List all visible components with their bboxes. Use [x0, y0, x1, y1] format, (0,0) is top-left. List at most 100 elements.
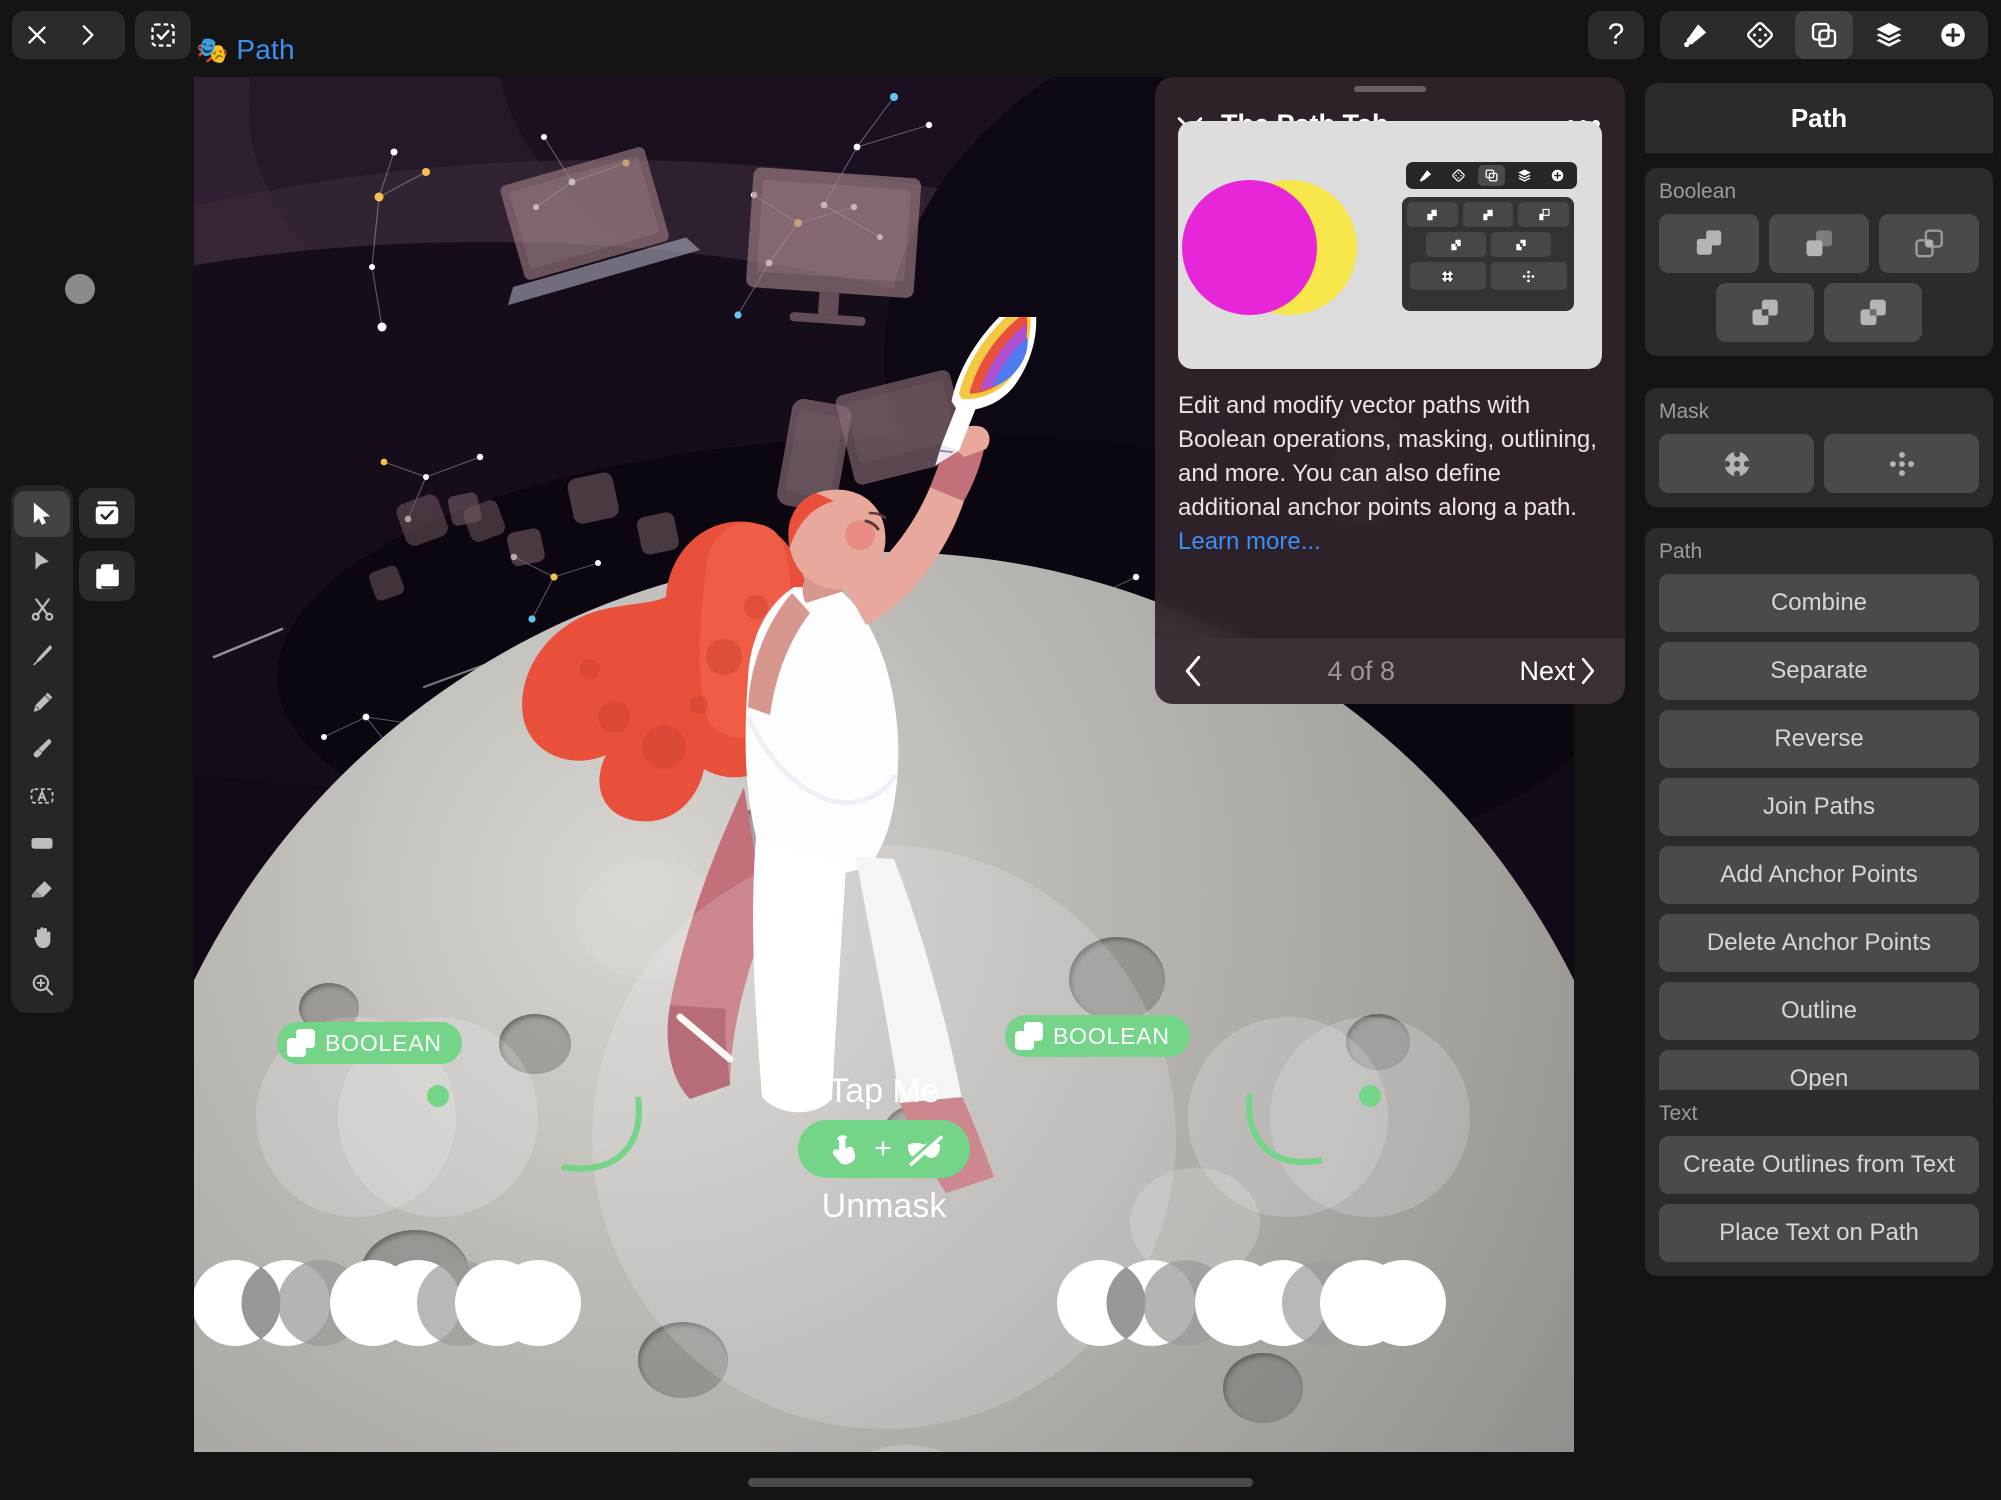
chevron-right-icon [1581, 657, 1595, 685]
create-outlines-from-text-button[interactable]: Create Outlines from Text [1659, 1136, 1979, 1194]
text-section: Text Create Outlines from Text Place Tex… [1645, 1090, 1993, 1276]
popup-drag-handle[interactable] [1354, 86, 1426, 92]
document-emoji-icon: 🎭 [196, 35, 229, 65]
node-tool[interactable] [14, 538, 70, 584]
boolean-badge-right-label: BOOLEAN [1053, 1022, 1170, 1049]
marquee-select-button[interactable] [135, 11, 191, 59]
delete-anchor-points-button[interactable]: Delete Anchor Points [1659, 914, 1979, 972]
help-button[interactable]: ? [1588, 11, 1644, 59]
boolean-union-button[interactable] [1659, 214, 1759, 273]
mask-section-label: Mask [1659, 400, 1710, 423]
shape-tool[interactable] [14, 820, 70, 866]
tour-popup[interactable]: The Path Tab ••• [1155, 77, 1625, 704]
document-name: Path [236, 34, 295, 65]
boolean-union-icon [1692, 227, 1726, 261]
layers-stack-icon [1511, 165, 1538, 186]
brush-tool[interactable] [14, 726, 70, 772]
eraser-icon [31, 881, 52, 898]
unmask-gesture-chip[interactable]: + [798, 1120, 970, 1178]
step-counter: 4 of 8 [1327, 655, 1396, 686]
tap-prompt-top-label: Tap Me [828, 1072, 940, 1110]
paintbrush-icon [1684, 24, 1707, 48]
boolean-row-1 [1659, 214, 1979, 273]
mask-off-icon [907, 1133, 943, 1166]
tab-insert[interactable] [1924, 11, 1982, 59]
boolean-difference-button[interactable] [1716, 283, 1814, 342]
select-all-button[interactable] [79, 488, 135, 538]
paintbrush-icon [1412, 165, 1439, 186]
next-step-button[interactable]: Next [1519, 656, 1597, 687]
nav-button-group [12, 11, 125, 59]
forward-button[interactable] [62, 11, 112, 59]
popup-description-block: Edit and modify vector paths with Boolea… [1178, 389, 1602, 559]
eraser-tool[interactable] [14, 867, 70, 913]
pen-tool[interactable] [14, 632, 70, 678]
paintbrush-icon [33, 738, 51, 758]
zoom-tool[interactable] [14, 961, 70, 1007]
tab-path[interactable] [1795, 11, 1853, 59]
selection-tool[interactable] [14, 491, 70, 537]
layers-stack-icon [1876, 23, 1901, 47]
tab-style[interactable] [1666, 11, 1724, 59]
boolean-row-2 [1659, 283, 1979, 342]
mask-section: Mask [1645, 388, 1993, 507]
boolean-intersect-button[interactable] [1879, 214, 1979, 273]
duplicate-button[interactable] [79, 551, 135, 601]
app-root: 🎭 Path ? BOOLEAN BOOLEAN Tap Me + Unmask… [0, 0, 2001, 1500]
combine-button[interactable]: Combine [1659, 574, 1979, 632]
previous-step-button[interactable] [1183, 655, 1203, 687]
join-paths-button[interactable]: Join Paths [1659, 778, 1979, 836]
help-icon: ? [1607, 18, 1625, 51]
tap-prompt[interactable]: Tap Me + Unmask [194, 1072, 1574, 1226]
tab-arrange[interactable] [1731, 11, 1789, 59]
box-check-icon [95, 501, 119, 525]
solid-arrow-icon [35, 551, 49, 570]
rounded-rectangle-icon [31, 838, 53, 849]
horizontal-scrollbar[interactable] [748, 1478, 1253, 1487]
mask-circle-icon [1721, 448, 1753, 480]
tap-prompt-bottom-label: Unmask [821, 1187, 947, 1225]
text-section-label: Text [1659, 1102, 1698, 1125]
reverse-button[interactable]: Reverse [1659, 710, 1979, 768]
boolean-badge-left-label: BOOLEAN [325, 1029, 442, 1056]
add-anchor-points-button[interactable]: Add Anchor Points [1659, 846, 1979, 904]
text-box-a-icon [30, 788, 54, 804]
plus-circle-icon [1544, 165, 1571, 186]
top-bar: 🎭 Path ? [0, 0, 2001, 70]
path-section: Path Combine Separate Reverse Join Paths… [1645, 528, 1993, 1122]
right-inspector-panel: Path Boolean Mask Path Combine Separate … [1637, 70, 2001, 1500]
overlapping-squares-icon [1478, 165, 1505, 186]
close-button[interactable] [12, 11, 62, 59]
marquee-select-icon [151, 23, 175, 47]
boolean-difference-icon [1748, 296, 1782, 330]
boolean-subtract-button[interactable] [1769, 214, 1869, 273]
tap-chip-plus: + [874, 1132, 892, 1165]
fill-color-swatch[interactable] [65, 274, 95, 304]
diamond-arrange-icon [1746, 22, 1773, 48]
cursor-arrow-icon [33, 502, 51, 525]
boolean-section-label: Boolean [1659, 180, 1737, 203]
left-toolbar [0, 70, 190, 1500]
boolean-divide-button[interactable] [1824, 283, 1922, 342]
mask-button[interactable] [1659, 434, 1814, 493]
tab-layers[interactable] [1860, 11, 1918, 59]
hand-tool[interactable] [14, 914, 70, 960]
place-text-on-path-button[interactable]: Place Text on Path [1659, 1204, 1979, 1262]
pencil-tool[interactable] [14, 679, 70, 725]
scissors-icon [31, 597, 53, 621]
path-section-label: Path [1659, 540, 1703, 563]
document-title[interactable]: 🎭 Path [196, 34, 295, 66]
boolean-badge-right[interactable]: BOOLEAN [1005, 1015, 1190, 1057]
learn-more-link[interactable]: Learn more... [1178, 528, 1321, 555]
scissors-tool[interactable] [14, 585, 70, 631]
overlapping-squares-icon [1811, 22, 1837, 48]
boolean-badge-left[interactable]: BOOLEAN [277, 1022, 462, 1064]
release-mask-button[interactable] [1824, 434, 1979, 493]
outline-button[interactable]: Outline [1659, 982, 1979, 1040]
separate-button[interactable]: Separate [1659, 642, 1979, 700]
mask-dots-icon [1886, 448, 1918, 480]
text-tool[interactable] [14, 773, 70, 819]
path-tab-preview-image [1178, 121, 1602, 369]
boolean-section: Boolean [1645, 168, 1993, 356]
boolean-intersect-icon [1912, 227, 1946, 261]
